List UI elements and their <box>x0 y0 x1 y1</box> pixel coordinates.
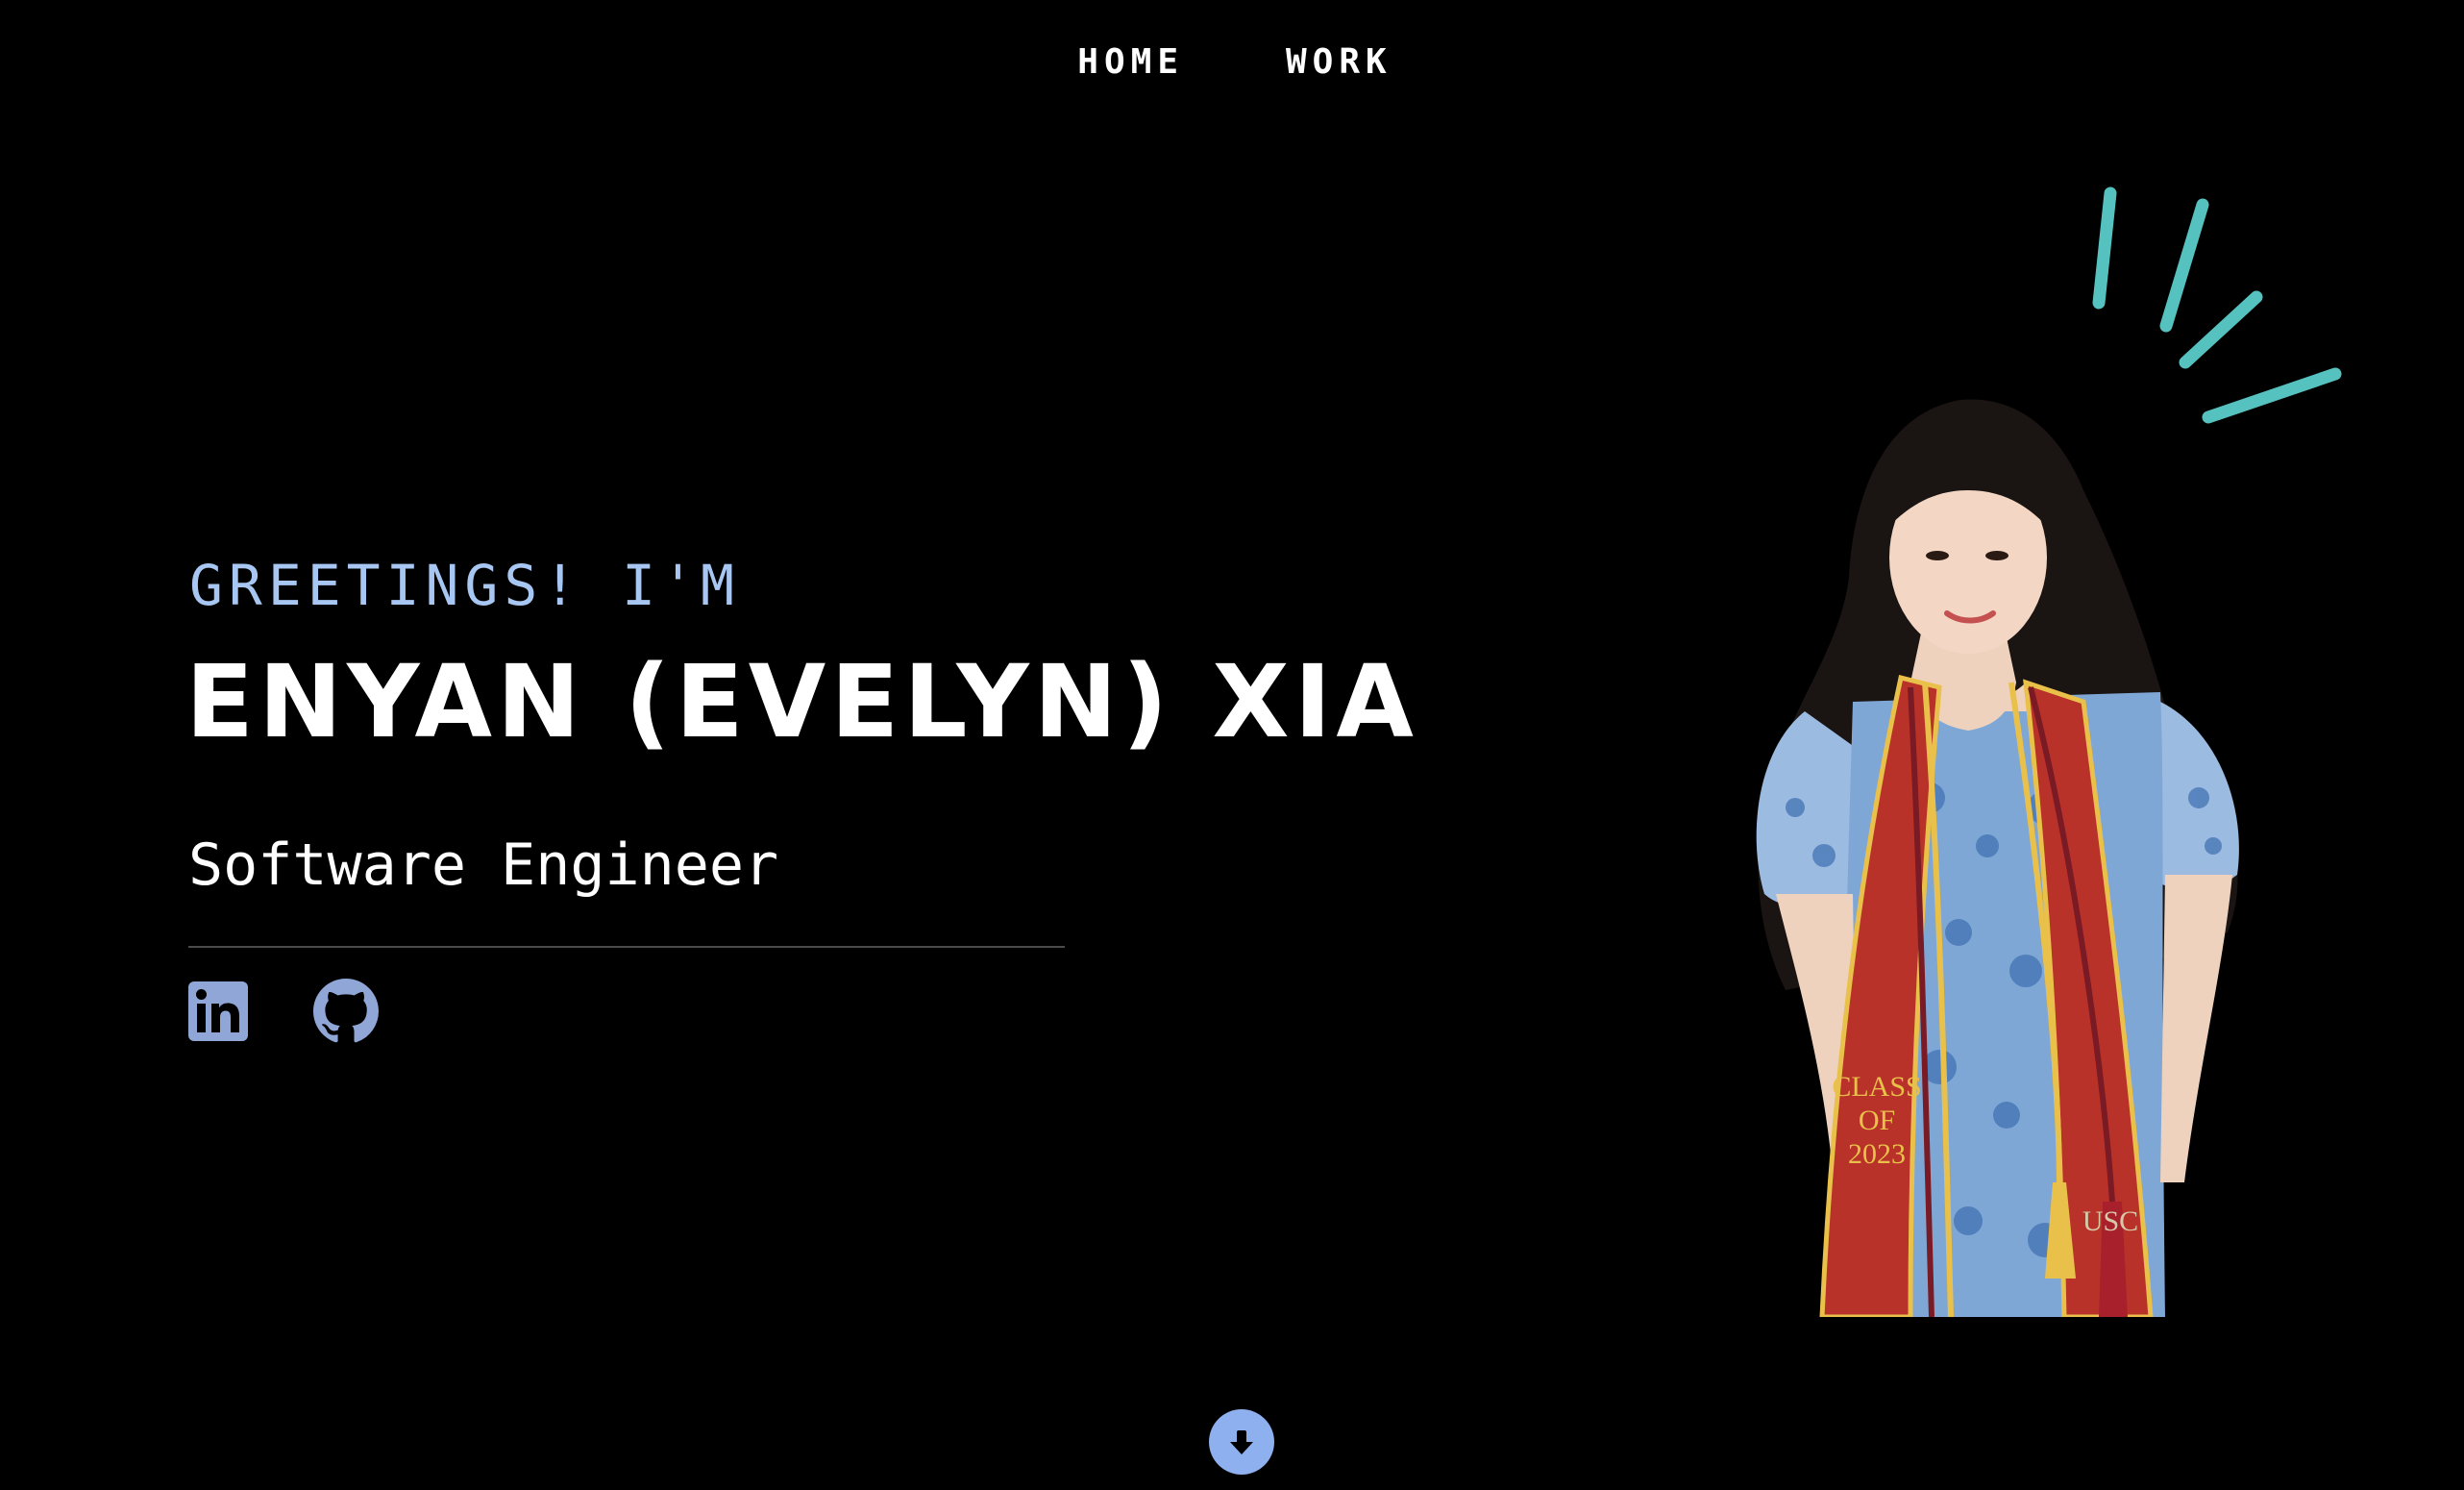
greeting-text: GREETINGS! I'M <box>189 553 740 618</box>
social-links <box>188 979 379 1049</box>
linkedin-link[interactable] <box>188 981 248 1046</box>
nav-work-link[interactable]: WORK <box>1280 42 1392 82</box>
stole-text-class: CLASS <box>1832 1071 1921 1103</box>
arrow-down-icon <box>1230 1430 1253 1454</box>
portrait-photo: CLASS OF 2023 USC <box>1756 399 2239 1317</box>
scroll-down-button[interactable] <box>1209 1409 1274 1475</box>
hero-role: Software Engineer <box>188 832 779 899</box>
nav-home-link[interactable]: HOME <box>1072 42 1184 82</box>
github-link[interactable] <box>313 979 379 1049</box>
linkedin-icon <box>188 981 248 1041</box>
hero-name: ENYAN (EVELYN) XIA <box>185 643 1418 760</box>
stole-text-year: 2023 <box>1848 1138 1906 1170</box>
top-nav: HOME WORK <box>0 42 2464 82</box>
page: HOME WORK GREETINGS! I'M ENYAN (EVELYN) … <box>0 0 2464 1490</box>
github-icon <box>313 979 379 1043</box>
divider <box>188 946 1065 948</box>
stole-text-of: OF <box>1859 1105 1895 1136</box>
stole-text-school: USC <box>2082 1205 2138 1237</box>
